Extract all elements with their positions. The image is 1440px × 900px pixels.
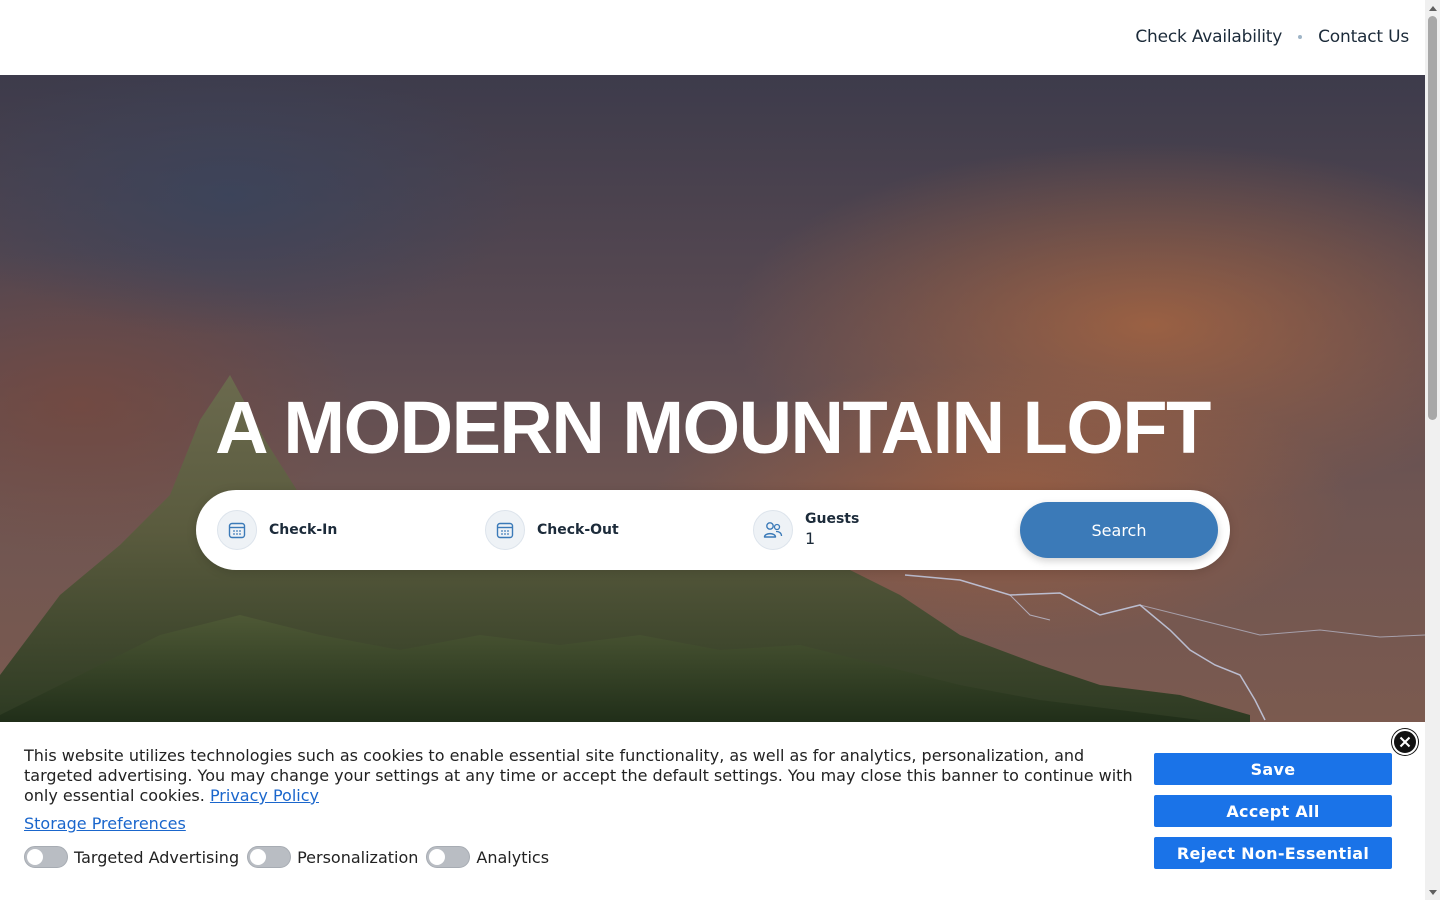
save-button[interactable]: Save bbox=[1154, 753, 1392, 785]
targeted-advertising-switch[interactable] bbox=[24, 846, 68, 868]
targeted-advertising-label: Targeted Advertising bbox=[74, 847, 240, 867]
cookie-message-text: This website utilizes technologies such … bbox=[24, 746, 1133, 805]
cookie-banner: This website utilizes technologies such … bbox=[0, 722, 1425, 900]
check-out-field[interactable]: Check-Out bbox=[485, 510, 619, 550]
reject-non-essential-button[interactable]: Reject Non-Essential bbox=[1154, 837, 1392, 869]
guests-label: Guests bbox=[805, 511, 860, 527]
accept-all-button[interactable]: Accept All bbox=[1154, 795, 1392, 827]
privacy-policy-link[interactable]: Privacy Policy bbox=[210, 786, 319, 805]
check-in-label: Check-In bbox=[269, 522, 338, 538]
cookie-message: This website utilizes technologies such … bbox=[24, 746, 1144, 806]
guests-field[interactable]: Guests 1 bbox=[753, 510, 859, 550]
storage-preferences-link[interactable]: Storage Preferences bbox=[24, 814, 186, 834]
guests-value[interactable]: 1 bbox=[805, 529, 859, 549]
guests-group: Guests 1 bbox=[805, 511, 859, 549]
consent-toggles: Targeted Advertising Personalization Ana… bbox=[24, 846, 557, 868]
analytics-switch[interactable] bbox=[426, 846, 471, 868]
personalization-label: Personalization bbox=[297, 847, 419, 867]
calendar-icon bbox=[217, 510, 257, 550]
hero-title: A MODERN MOUNTAIN LOFT bbox=[215, 386, 1211, 469]
toggle-personalization: Personalization bbox=[247, 846, 418, 868]
guests-icon bbox=[753, 510, 793, 550]
site-header: Check Availability Contact Us bbox=[0, 0, 1425, 75]
page-scrollbar[interactable] bbox=[1425, 0, 1440, 900]
calendar-icon bbox=[485, 510, 525, 550]
analytics-label: Analytics bbox=[476, 847, 550, 867]
scroll-up-arrow-icon[interactable] bbox=[1425, 0, 1440, 15]
main-nav: Check Availability Contact Us bbox=[1135, 27, 1409, 47]
check-in-field[interactable]: Check-In bbox=[217, 510, 337, 550]
toggle-targeted-advertising: Targeted Advertising bbox=[24, 846, 239, 868]
scrollbar-thumb[interactable] bbox=[1428, 16, 1437, 420]
nav-check-availability[interactable]: Check Availability bbox=[1135, 27, 1282, 47]
nav-separator bbox=[1298, 34, 1303, 39]
personalization-switch[interactable] bbox=[247, 846, 292, 868]
check-out-label: Check-Out bbox=[537, 522, 619, 538]
nav-contact-us[interactable]: Contact Us bbox=[1318, 27, 1409, 47]
scroll-down-arrow-icon[interactable] bbox=[1425, 885, 1440, 900]
booking-bar: Check-In Check-Out Guests 1 Search bbox=[196, 490, 1230, 570]
toggle-analytics: Analytics bbox=[426, 846, 549, 868]
close-icon[interactable] bbox=[1392, 729, 1418, 755]
search-button[interactable]: Search bbox=[1020, 502, 1218, 558]
hero-section: A MODERN MOUNTAIN LOFT Check-In Check-Ou… bbox=[0, 75, 1425, 722]
